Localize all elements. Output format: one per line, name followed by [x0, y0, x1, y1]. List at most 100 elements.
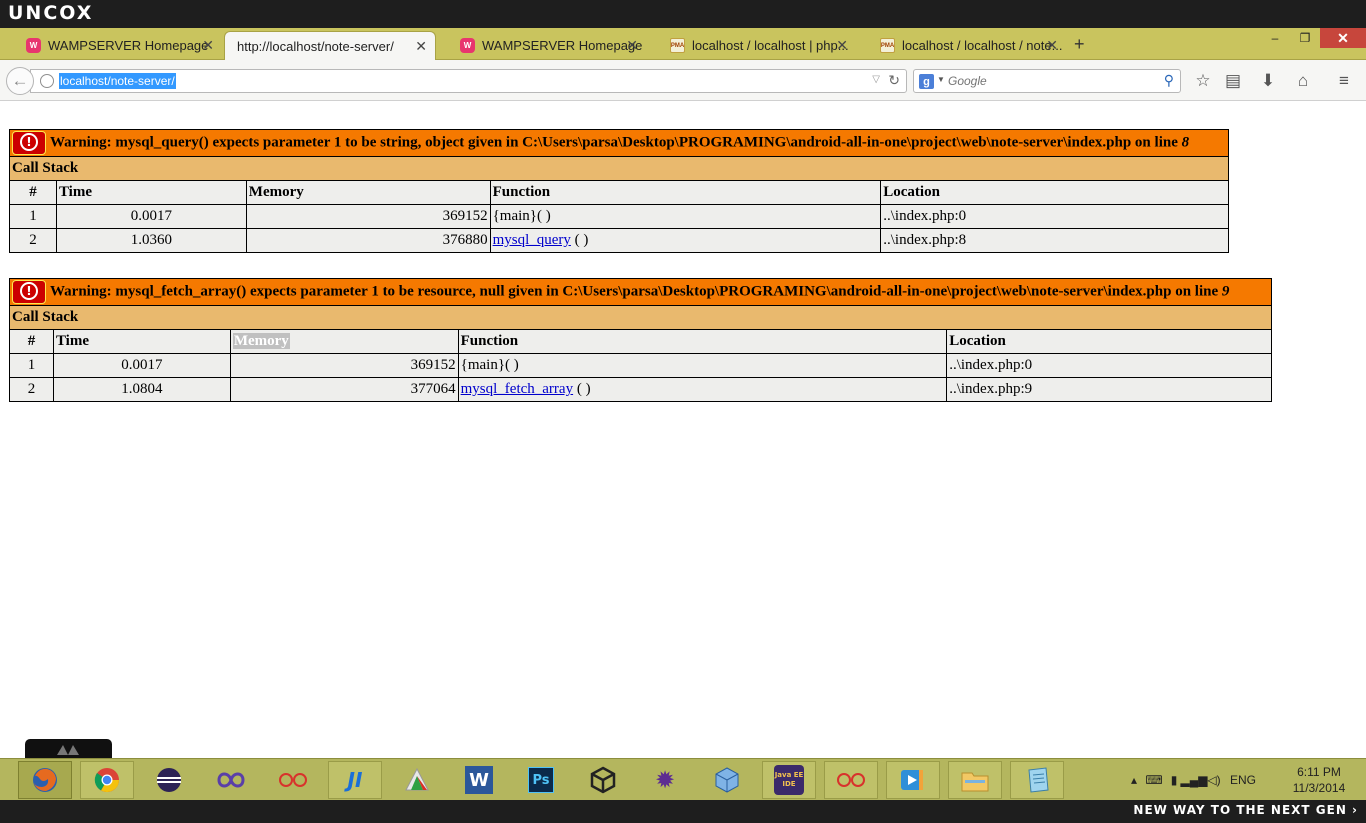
taskbar-virtualbox[interactable] [700, 761, 754, 799]
taskbar-unity[interactable] [576, 761, 630, 799]
phpmyadmin-icon: PMA [670, 38, 685, 53]
jetbrains-icon: JI [347, 768, 363, 792]
photoshop-icon: Ps [528, 767, 554, 793]
taskbar-visual-studio[interactable] [204, 761, 258, 799]
function-doc-link[interactable]: mysql_query [493, 232, 571, 248]
bookmark-star-icon[interactable]: ☆ [1192, 70, 1214, 92]
close-tab-icon[interactable]: ✕ [626, 37, 638, 54]
new-tab-button[interactable]: + [1074, 34, 1085, 55]
clock[interactable]: 6:11 PM 11/3/2014 [1283, 764, 1355, 796]
col-header-location: Location [946, 329, 1272, 354]
taskbar-chrome[interactable] [80, 761, 134, 799]
phpmyadmin-icon: PMA [880, 38, 895, 53]
language-indicator[interactable]: ENG [1230, 773, 1256, 787]
col-header-time: Time [52, 329, 231, 354]
taskbar-java-ee-ide[interactable]: Java EE IDE [762, 761, 816, 799]
warning-line-number: 8 [1181, 134, 1190, 151]
firefox-icon [30, 765, 60, 795]
search-input[interactable] [948, 72, 1148, 90]
bottom-brand-bar: NEW WAY TO THE NEXT GEN › [0, 800, 1366, 823]
taskbar-file-explorer[interactable] [948, 761, 1002, 799]
globe-icon [40, 74, 54, 88]
tab-title: WAMPSERVER Homepage [482, 38, 643, 53]
taskbar-winrar[interactable] [390, 761, 444, 799]
close-tab-icon[interactable]: ✕ [1046, 37, 1058, 54]
file-explorer-icon [960, 765, 990, 795]
warning-icon: ! [12, 280, 46, 304]
clock-time: 6:11 PM [1297, 765, 1341, 779]
restore-button[interactable]: ❐ [1290, 28, 1320, 48]
winrar-icon [402, 765, 432, 795]
warning-message: ! Warning: mysql_fetch_array() expects pa… [9, 278, 1272, 306]
url-text[interactable]: localhost/note-server/ [59, 73, 176, 89]
close-tab-icon[interactable]: ✕ [836, 37, 848, 54]
cell-time: 1.0804 [52, 377, 231, 402]
cell-num: 2 [9, 377, 54, 402]
function-parens: ( ) [573, 381, 591, 397]
chrome-icon [92, 765, 122, 795]
call-stack-label: Call Stack [9, 156, 1229, 181]
taskbar-word[interactable]: W [452, 761, 506, 799]
cell-num: 2 [9, 228, 57, 253]
volume-icon[interactable]: ◁) [1204, 770, 1224, 790]
brand-bar: UNCOX [0, 0, 1366, 28]
taskbar-firefox[interactable] [18, 761, 72, 799]
history-dropdown-icon[interactable]: ▽ [872, 74, 880, 85]
warning-line-number: 9 [1221, 283, 1230, 300]
tab-strip: W WAMPSERVER Homepage ✕ http://localhost… [0, 28, 1366, 60]
brand-slogan: NEW WAY TO THE NEXT GEN › [1133, 803, 1358, 817]
function-doc-link[interactable]: mysql_fetch_array [461, 381, 573, 397]
taskbar: JI W Ps ✹ Java EE IDE ▴ ⌨ ▮ ▂▄▆ ◁) ENG 6… [0, 758, 1366, 800]
cell-function: {main}( ) [489, 204, 882, 229]
unity-icon [588, 765, 618, 795]
taskbar-notepad[interactable] [1010, 761, 1064, 799]
search-engine-dropdown-icon[interactable]: ▼ [937, 75, 945, 84]
cell-time: 0.0017 [55, 204, 247, 229]
taskbar-flickr-2[interactable] [824, 761, 878, 799]
tab-phpmyadmin-1[interactable]: PMA localhost / localhost | php... ✕ [648, 31, 856, 60]
tab-wampserver-homepage-1[interactable]: W WAMPSERVER Homepage ✕ [4, 31, 222, 60]
taskbar-flickr[interactable] [266, 761, 320, 799]
tab-title: localhost / localhost / note... [902, 38, 1063, 53]
col-header-num: # [9, 180, 57, 205]
tab-wampserver-homepage-2[interactable]: W WAMPSERVER Homepage ✕ [438, 31, 646, 60]
back-button[interactable]: ← [6, 67, 34, 95]
taskbar-media-player[interactable] [886, 761, 940, 799]
cell-function: mysql_fetch_array ( ) [457, 377, 948, 402]
close-tab-icon[interactable]: ✕ [415, 38, 427, 55]
minimize-button[interactable]: – [1260, 28, 1290, 48]
table-row: 1 0.0017 369152 {main}( ) ..\index.php:0 [9, 353, 1272, 378]
taskbar-popup[interactable] [25, 739, 112, 759]
search-icon[interactable]: ⚲ [1164, 72, 1174, 89]
eclipse-icon [154, 765, 184, 795]
cell-time: 0.0017 [52, 353, 231, 378]
taskbar-photoshop[interactable]: Ps [514, 761, 568, 799]
keyboard-icon[interactable]: ⌨ [1144, 770, 1164, 790]
home-icon[interactable]: ⌂ [1292, 70, 1314, 92]
taskbar-mathematica[interactable]: ✹ [638, 761, 692, 799]
google-icon[interactable]: g [919, 74, 934, 89]
taskbar-eclipse[interactable] [142, 761, 196, 799]
close-tab-icon[interactable]: ✕ [202, 37, 214, 54]
cell-function: {main}( ) [457, 353, 948, 378]
cell-location: ..\index.php:0 [880, 204, 1229, 229]
taskbar-jetbrains[interactable]: JI [328, 761, 382, 799]
close-window-button[interactable]: ✕ [1320, 28, 1366, 48]
downloads-icon[interactable]: ⬇ [1257, 70, 1279, 92]
menu-icon[interactable]: ≡ [1333, 70, 1355, 92]
show-hidden-icons-button[interactable]: ▴ [1124, 770, 1144, 790]
search-bar[interactable]: g ▼ ⚲ [913, 69, 1181, 93]
url-bar[interactable]: localhost/note-server/ ▽ ↻ [30, 69, 907, 93]
xdebug-error-table: ! Warning: mysql_query() expects paramete… [9, 129, 1229, 253]
reload-icon[interactable]: ↻ [888, 72, 900, 89]
brand-logo: UNCOX [8, 2, 94, 24]
network-signal-icon[interactable]: ▂▄▆ [1181, 770, 1208, 790]
warning-text: Warning: mysql_query() expects parameter… [50, 134, 1182, 151]
system-tray: ▴ ⌨ ▮ ▂▄▆ ◁) ENG [1124, 759, 1270, 801]
popup-icon [57, 745, 79, 755]
bookmarks-list-icon[interactable]: ▤ [1222, 70, 1244, 92]
navigation-bar: ← localhost/note-server/ ▽ ↻ g ▼ ⚲ ☆ ▤ ⬇… [0, 60, 1366, 101]
tab-phpmyadmin-2[interactable]: PMA localhost / localhost / note... ✕ [858, 31, 1066, 60]
tab-note-server[interactable]: http://localhost/note-server/ ✕ [224, 31, 436, 60]
tab-title: localhost / localhost | php... [692, 38, 849, 53]
